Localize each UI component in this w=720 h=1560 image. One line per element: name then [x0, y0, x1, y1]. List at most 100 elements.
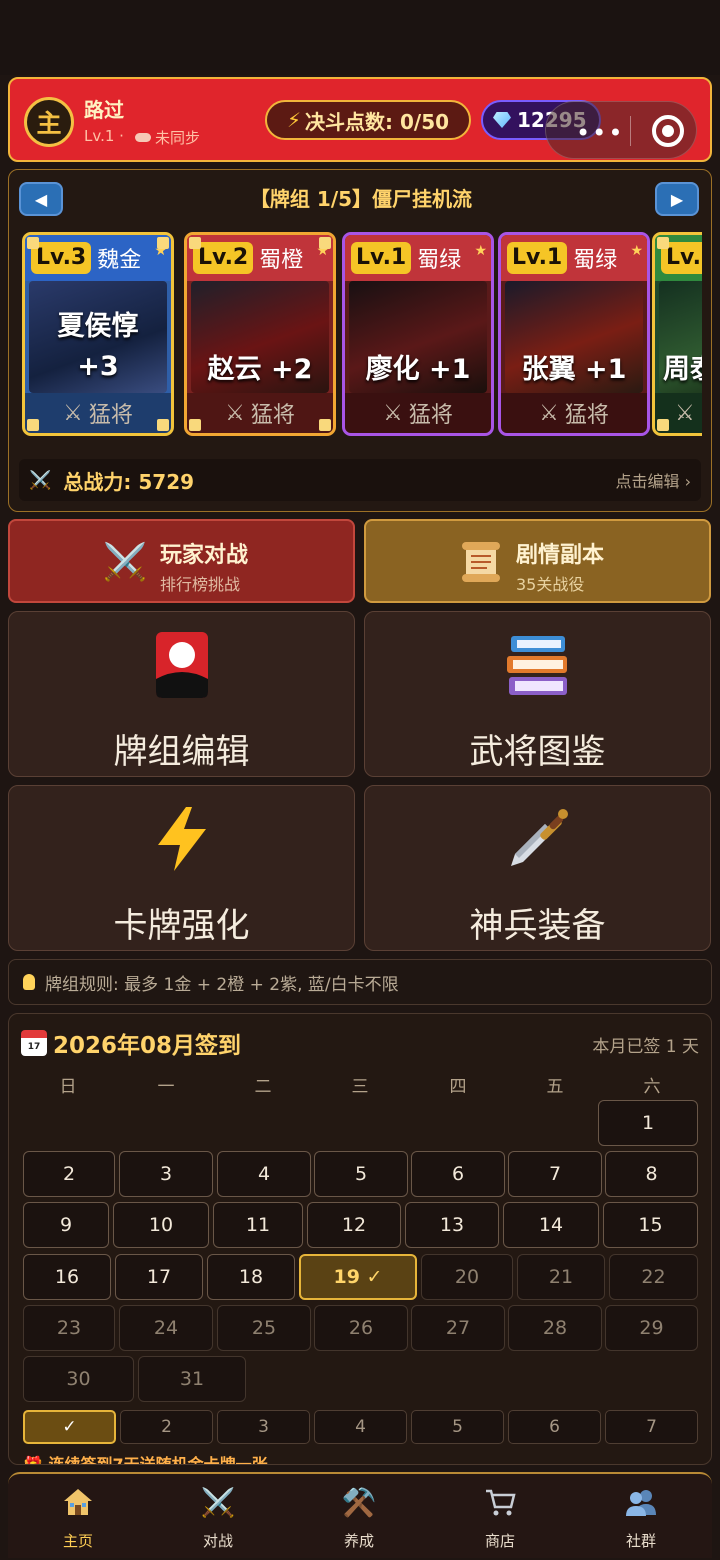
nav-home[interactable]: 主页	[8, 1474, 148, 1560]
nav-home-label: 主页	[62, 1532, 93, 1550]
streak-day: 2	[120, 1410, 213, 1444]
card-level: Lv.3	[31, 242, 92, 274]
total-power-bar[interactable]: ⚔️ 总战力: 5729 点击编辑 ›	[19, 459, 701, 501]
star-icon: ★	[474, 243, 487, 259]
card-level: Lv.2	[193, 242, 254, 274]
card-corner	[157, 237, 169, 249]
story-button[interactable]: 剧情副本 35关战役	[364, 519, 711, 603]
calendar-day[interactable]: 2	[23, 1151, 115, 1197]
hero-name: 赵云 +2	[207, 354, 313, 385]
calendar-day[interactable]: 13	[405, 1202, 499, 1248]
crossed-swords-icon: ⚔️	[29, 469, 52, 491]
prev-deck-button[interactable]: ◀	[19, 182, 63, 216]
calendar-day[interactable]: 6	[411, 1151, 505, 1197]
card-corner	[27, 419, 39, 431]
avatar[interactable]: 主	[24, 97, 74, 147]
cloud-icon	[135, 133, 151, 142]
capsule-divider	[630, 116, 631, 146]
deck-rule-text: 牌组规则: 最多 1金 + 2橙 + 2紫, 蓝/白卡不限	[45, 974, 399, 995]
next-deck-button[interactable]: ▶	[655, 182, 699, 216]
calendar-day: 24	[119, 1305, 213, 1351]
calendar-day: 30	[23, 1356, 134, 1402]
hero-card[interactable]: Lv.2 周泰 ⚔	[652, 232, 702, 436]
weekday-label: 日	[59, 1077, 77, 1097]
card-faction: 魏金	[97, 248, 142, 273]
hero-card[interactable]: Lv.3 魏金 ★ 夏侯惇 +3 ⚔ 猛将	[22, 232, 174, 436]
edit-deck-link[interactable]: 点击编辑 ›	[616, 468, 692, 492]
duel-points-badge[interactable]: ⚡ 决斗点数: 0/50	[265, 100, 471, 140]
pvp-button[interactable]: ⚔️ 玩家对战 排行榜挑战	[8, 519, 355, 603]
hero-role: ⚔ 猛将	[345, 393, 491, 433]
hero-card[interactable]: Lv.2 蜀橙 ★ 赵云 +2 ⚔ 猛将	[184, 232, 336, 436]
status-bar-area	[0, 0, 720, 75]
nav-shop[interactable]: 商店	[430, 1474, 570, 1560]
nav-community-label: 社群	[625, 1532, 656, 1550]
calendar-day[interactable]: 4	[217, 1151, 311, 1197]
calendar-day[interactable]: 17	[115, 1254, 203, 1300]
hero-card[interactable]: Lv.1 蜀绿 ★ 张翼 +1 ⚔ 猛将	[498, 232, 650, 436]
role-label: 猛将	[564, 403, 609, 428]
calendar-day[interactable]: 5	[314, 1151, 408, 1197]
deck-title: 【牌组 1/5】僵尸挂机流	[249, 187, 473, 211]
player-header: 主 路过 Lv.1 · 未同步 ⚡ 决斗点数: 0/50 12295 •••	[8, 77, 712, 162]
signed-count: 本月已签 1 天	[592, 1037, 699, 1057]
upgrade-label: 卡牌强化	[113, 906, 250, 946]
lightning-icon: ⚡	[286, 108, 302, 132]
calendar-day[interactable]: 8	[605, 1151, 698, 1197]
nav-battle[interactable]: ⚔️ 对战	[148, 1474, 288, 1560]
gift-icon: 🎁	[23, 1455, 49, 1465]
card-faction: 蜀绿	[573, 248, 618, 273]
pvp-subtitle: 排行榜挑战	[160, 575, 241, 594]
calendar-day[interactable]: 9	[23, 1202, 109, 1248]
books-icon	[503, 630, 573, 700]
calendar-day: 31	[138, 1356, 246, 1402]
arrow-left-icon: ◀	[34, 189, 48, 209]
streak-day-done: ✓	[23, 1410, 116, 1444]
calendar-day: 29	[605, 1305, 698, 1351]
hero-card[interactable]: Lv.1 蜀绿 ★ 廖化 +1 ⚔ 猛将	[342, 232, 494, 436]
hero-role: ⚔ 猛将	[25, 393, 171, 433]
streak-day: 4	[314, 1410, 407, 1444]
upgrade-tile[interactable]: 卡牌强化	[8, 785, 355, 951]
card-header: Lv.3 魏金	[25, 235, 171, 281]
card-level: Lv.1	[507, 242, 568, 274]
card-corner	[189, 237, 201, 249]
star-icon: ★	[630, 243, 643, 259]
deck-edit-tile[interactable]: 牌组编辑	[8, 611, 355, 777]
nav-develop[interactable]: ⚒️ 养成	[289, 1474, 429, 1560]
calendar-day[interactable]: 3	[119, 1151, 213, 1197]
calendar-day[interactable]: 18	[207, 1254, 295, 1300]
calendar-day[interactable]: 10	[113, 1202, 209, 1248]
streak-day: 5	[411, 1410, 504, 1444]
weekday-label: 一	[157, 1077, 175, 1097]
calendar-day[interactable]: 11	[213, 1202, 303, 1248]
calendar-day[interactable]: 12	[307, 1202, 401, 1248]
checkin-calendar: 17 2026年08月签到 本月已签 1 天 日 一 二 三 四 五 六 1 2…	[8, 1013, 712, 1465]
calendar-day[interactable]: 1	[598, 1100, 698, 1146]
codex-tile[interactable]: 武将图鉴	[364, 611, 711, 777]
calendar-day[interactable]: 7	[508, 1151, 602, 1197]
weekday-label: 二	[254, 1077, 272, 1097]
hero-role: ⚔ 猛将	[501, 393, 647, 433]
weekday-label: 三	[351, 1077, 369, 1097]
more-icon[interactable]: •••	[576, 119, 624, 147]
equipment-tile[interactable]: 神兵装备	[364, 785, 711, 951]
calendar-day[interactable]: 15	[603, 1202, 698, 1248]
weekday-label: 六	[643, 1077, 661, 1097]
close-target-icon[interactable]	[652, 115, 684, 147]
card-level: Lv.1	[351, 242, 412, 274]
card-corner	[657, 237, 669, 249]
card-header: Lv.2 蜀橙	[187, 235, 333, 281]
story-title: 剧情副本	[516, 543, 605, 568]
diamond-icon	[493, 112, 511, 128]
calendar-day-today[interactable]: 19 ✓	[299, 1254, 417, 1300]
card-corner	[157, 419, 169, 431]
app-root: 主 路过 Lv.1 · 未同步 ⚡ 决斗点数: 0/50 12295 ••• ◀…	[0, 0, 720, 1560]
nav-community[interactable]: 社群	[571, 1474, 711, 1560]
calendar-day[interactable]: 14	[503, 1202, 599, 1248]
crossed-swords-icon: ⚔	[225, 400, 245, 426]
calendar-day: 28	[508, 1305, 602, 1351]
hammer-pick-icon: ⚒️	[341, 1485, 377, 1519]
calendar-day[interactable]: 16	[23, 1254, 111, 1300]
calendar-day: 26	[314, 1305, 408, 1351]
